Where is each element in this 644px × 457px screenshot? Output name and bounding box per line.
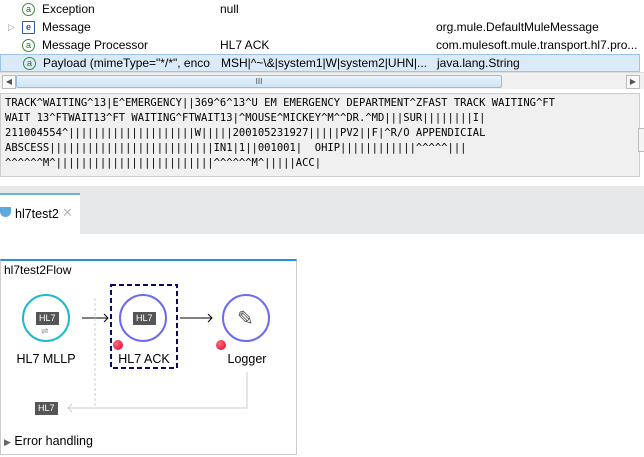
breakpoint-icon[interactable] <box>113 340 123 350</box>
breakpoint-icon[interactable] <box>216 340 226 350</box>
node-label: HL7 MLLP <box>16 352 76 366</box>
exchange-icon: ⇌ <box>41 326 49 336</box>
hl7-mllp-endpoint[interactable]: HL7 ⇌ <box>22 294 70 342</box>
pencil-icon: ✎ <box>237 308 254 330</box>
node-label: Logger <box>227 352 267 366</box>
flow-connections <box>67 284 248 413</box>
response-badge: HL7 <box>35 402 58 415</box>
error-handling-section[interactable]: ▶ Error handling <box>4 434 93 448</box>
logger-processor[interactable]: ✎ <box>222 294 270 342</box>
hl7-ack-processor[interactable]: HL7 <box>119 294 167 342</box>
expand-arrow-icon[interactable]: ▶ <box>4 437 11 447</box>
node-label: HL7 ACK <box>118 352 170 366</box>
